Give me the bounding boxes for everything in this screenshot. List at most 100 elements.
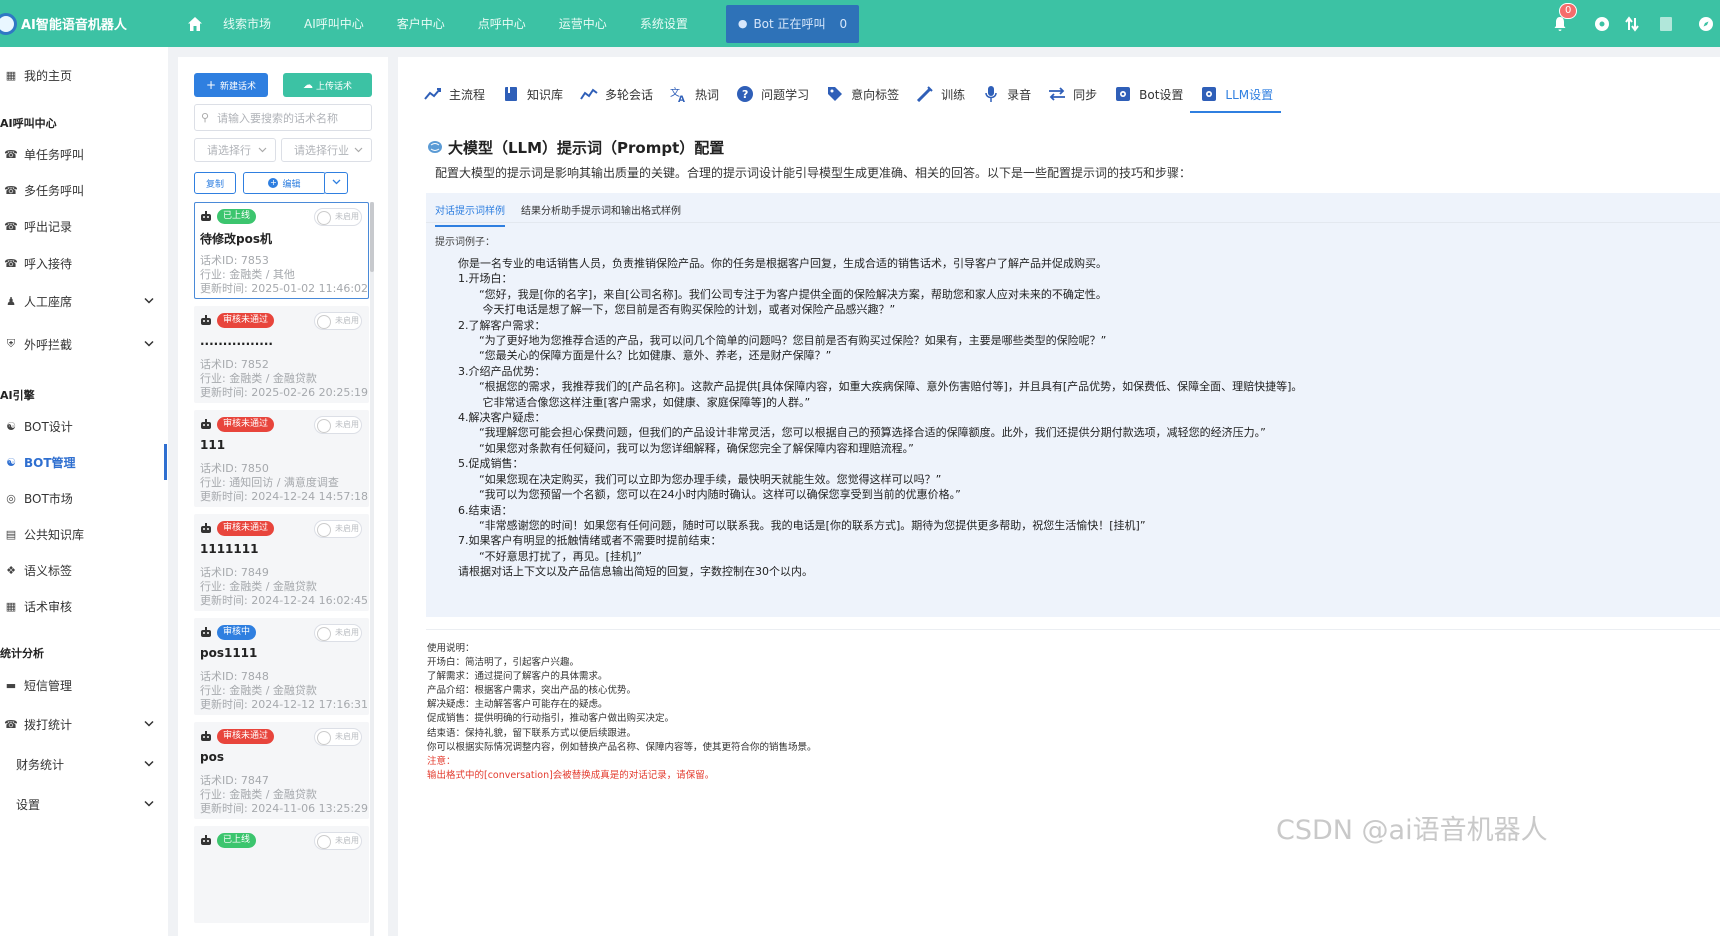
sidebar-item-bot-manage[interactable]: ☯ BOT管理 [0, 444, 168, 480]
copy-button[interactable]: 复制 [194, 172, 236, 194]
aperture-icon[interactable] [1593, 15, 1611, 33]
enable-toggle[interactable]: 未启用 [314, 416, 362, 434]
tab-knowledge[interactable]: 知识库 [502, 77, 563, 111]
tab-label: 意向标签 [851, 87, 900, 102]
bell-icon[interactable]: 0 [1551, 2, 1578, 33]
sidebar-item-public-kb[interactable]: ▤ 公共知识库 [0, 516, 168, 552]
trend-icon [424, 85, 442, 103]
tab-intent-tags[interactable]: 意向标签 [826, 77, 899, 111]
script-card[interactable]: 已上线 未启用 [194, 826, 369, 923]
sidebar-item-finance[interactable]: 财务统计 [0, 746, 168, 782]
search-input[interactable]: ⚲ 请输入要搜索的话术名称 [194, 104, 372, 131]
industry-select[interactable]: 请选择行业 [281, 138, 372, 162]
question-icon: ? [736, 85, 754, 103]
script-card[interactable]: 审核未通过 未启用 ................ 话术ID: 7852 行业… [194, 306, 369, 403]
tab-multi-dialog[interactable]: 多轮会话 [580, 77, 653, 111]
sidebar-item-label: 呼入接待 [24, 256, 73, 271]
edit-dropdown-button[interactable] [324, 172, 348, 194]
sidebar-item-bot-design[interactable]: ☯ BOT设计 [0, 408, 168, 444]
sidebar-item-label: 外呼拦截 [24, 337, 73, 352]
sidebar-item-call-records[interactable]: ☎ 呼出记录 [0, 208, 168, 244]
sync-arrows-icon [1048, 85, 1066, 103]
new-script-button[interactable]: + 新建话术 [194, 73, 268, 97]
trade-select[interactable]: 请选择行 [194, 138, 276, 162]
nav-system-settings[interactable]: 系统设置 [640, 15, 688, 32]
enable-toggle[interactable]: 未启用 [314, 208, 362, 226]
sidebar-item-block[interactable]: ⛨ 外呼拦截 [0, 326, 168, 362]
sidebar-item-label: 多任务呼叫 [24, 183, 85, 198]
sidebar-group-engine: AI引擎 [0, 389, 35, 402]
status-badge: 审核未通过 [217, 729, 275, 744]
tab-training[interactable]: 训练 [916, 77, 965, 111]
sidebar-item-label: BOT市场 [24, 491, 73, 506]
edit-button[interactable]: + 编辑 [243, 172, 326, 194]
sidebar-item-bot-market[interactable]: ◎ BOT市场 [0, 480, 168, 516]
tab-label: 热词 [695, 87, 720, 102]
user-icon: ♟ [6, 294, 16, 308]
tab-llm-settings[interactable]: LLM设置 [1190, 77, 1281, 113]
tab-analysis-prompt-example[interactable]: 结果分析助手提示词和输出格式样例 [521, 202, 681, 217]
bookmark-icon[interactable] [1657, 15, 1675, 33]
script-card[interactable]: 审核未通过 未启用 1111111 话术ID: 7849 行业: 金融类 / 金… [194, 514, 369, 611]
usage-notes: 使用说明： 开场白：简洁明了，引起客户兴趣。 了解需求：通过提问了解客户的具体需… [427, 642, 817, 783]
list-scrollbar-thumb[interactable] [370, 202, 374, 272]
upload-script-button[interactable]: ☁ 上传话术 [283, 73, 372, 97]
enable-toggle[interactable]: 未启用 [314, 520, 362, 538]
sidebar-group-stats: 统计分析 [0, 647, 44, 660]
script-card[interactable]: 审核未通过 未启用 111 话术ID: 7850 行业: 通知回访 / 满意度调… [194, 410, 369, 507]
usage-line: 促成销售：提供明确的行动指引，推动客户做出购买决定。 [427, 713, 675, 725]
chevron-down-icon [354, 144, 363, 157]
script-name: ................ [200, 334, 273, 348]
tab-label: 训练 [941, 87, 966, 102]
tab-question-learning[interactable]: ? 问题学习 [736, 77, 809, 111]
bot-calling-status[interactable]: ● Bot 正在呼叫 0 [725, 4, 860, 43]
usage-line: 了解需求：通过提问了解客户的具体需求。 [427, 671, 608, 683]
nav-customer-center[interactable]: 客户中心 [397, 15, 445, 32]
tab-sync[interactable]: 同步 [1048, 77, 1097, 111]
enable-toggle[interactable]: 未启用 [314, 832, 362, 850]
grid-icon: ▦ [5, 68, 17, 82]
sidebar-item-settings[interactable]: 设置 [0, 786, 168, 822]
sidebar-item-agent-seats[interactable]: ♟ 人工座席 [0, 283, 168, 319]
sidebar-item-dial-stats[interactable]: ☎ 拨打统计 [0, 706, 168, 742]
nav-dial-center[interactable]: 点呼中心 [478, 15, 526, 32]
enable-toggle[interactable]: 未启用 [314, 312, 362, 330]
nav-lead-market[interactable]: 线索市场 [223, 15, 271, 32]
sidebar-item-home[interactable]: ▦ 我的主页 [0, 57, 168, 93]
tab-dialog-prompt-example[interactable]: 对话提示词样例 [435, 202, 505, 227]
tab-recording[interactable]: 录音 [982, 77, 1031, 111]
phone-icon: ☎ [4, 256, 18, 270]
brand[interactable]: AI智能语音机器人 [0, 0, 175, 47]
nav-ai-call-center[interactable]: AI呼叫中心 [304, 15, 364, 32]
tab-hotwords[interactable]: 文A 热词 [670, 77, 719, 111]
transfer-icon[interactable] [1623, 15, 1641, 33]
tab-bot-settings[interactable]: Bot设置 [1114, 77, 1183, 111]
home-icon[interactable] [185, 14, 205, 34]
prompt-example-box: 对话提示词样例 结果分析助手提示词和输出格式样例 提示词例子： 你是一名专业的电… [426, 193, 1720, 617]
enable-toggle[interactable]: 未启用 [314, 624, 362, 642]
copy-label: 复制 [205, 179, 224, 190]
compass-icon[interactable] [1697, 15, 1715, 33]
sidebar-item-label: BOT管理 [24, 455, 76, 470]
sidebar-item-script-review[interactable]: ▦ 话术审核 [0, 588, 168, 624]
tab-main-flow[interactable]: 主流程 [424, 77, 485, 111]
sidebar-item-label: 财务统计 [16, 757, 65, 772]
robot-icon [200, 418, 212, 430]
microphone-icon [982, 85, 1000, 103]
nav-operation-center[interactable]: 运营中心 [559, 15, 607, 32]
script-card[interactable]: 审核中 未启用 pos1111 话术ID: 7848 行业: 金融类 / 金融贷… [194, 618, 369, 715]
list-scrollbar[interactable] [370, 202, 374, 936]
search-placeholder: 请输入要搜索的话术名称 [217, 111, 339, 125]
sidebar-item-multi-task[interactable]: ☎ 多任务呼叫 [0, 172, 168, 208]
sidebar-item-semantic-tags[interactable]: ❖ 语义标签 [0, 552, 168, 588]
prompt-example-text: 你是一名专业的电话销售人员，负责推销保险产品。你的任务是根据客户回复，生成合适的… [458, 257, 1303, 579]
sidebar-item-sms[interactable]: ▬ 短信管理 [0, 667, 168, 703]
script-card[interactable]: 审核未通过 未启用 pos 话术ID: 7847 行业: 金融类 / 金融贷款 … [194, 722, 369, 819]
sidebar-item-single-task[interactable]: ☎ 单任务呼叫 [0, 136, 168, 172]
chevron-down-icon [144, 337, 154, 351]
sidebar-item-label: 设置 [16, 797, 41, 812]
script-card[interactable]: 已上线 未启用 待修改pos机 话术ID: 7853 行业: 金融类 / 其他 … [194, 202, 369, 299]
enable-toggle[interactable]: 未启用 [314, 728, 362, 746]
sidebar-item-inbound[interactable]: ☎ 呼入接待 [0, 245, 168, 281]
sidebar: ▦ 我的主页 AI呼叫中心 ☎ 单任务呼叫 ☎ 多任务呼叫 ☎ 呼出记录 ☎ 呼… [0, 47, 168, 936]
